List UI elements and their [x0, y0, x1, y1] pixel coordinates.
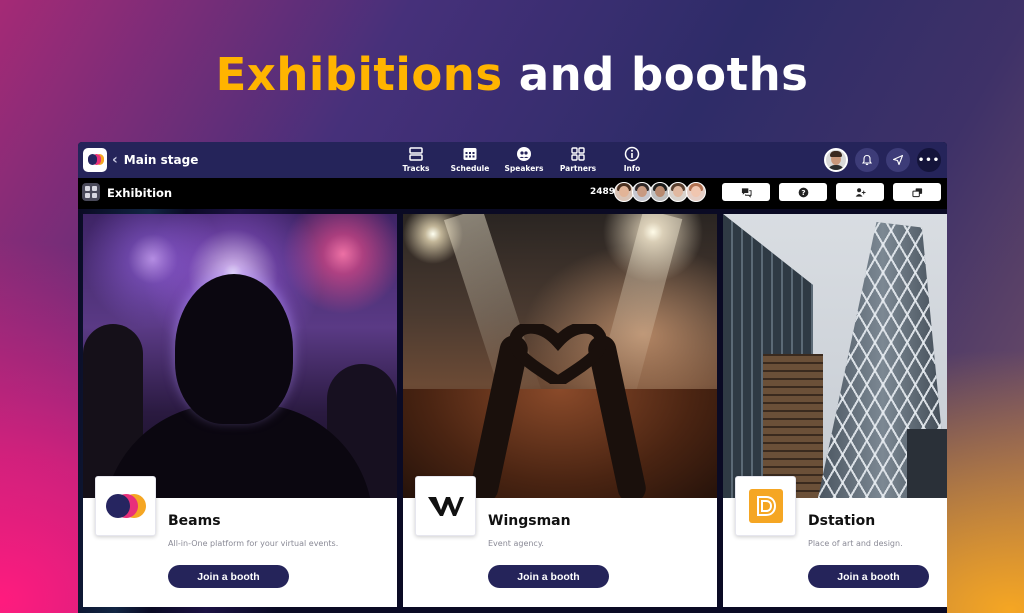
- more-button[interactable]: •••: [917, 148, 941, 172]
- people-button[interactable]: [836, 183, 884, 201]
- booth-logo-wingsman: [415, 476, 476, 536]
- exhibition-title: Exhibition: [107, 186, 173, 200]
- back-label: Main stage: [123, 153, 199, 167]
- join-booth-button[interactable]: Join a booth: [808, 565, 929, 588]
- nav-speakers[interactable]: Speakers: [502, 146, 546, 173]
- chevron-left-icon: ‹: [112, 152, 118, 168]
- messages-button[interactable]: [886, 148, 910, 172]
- speakers-icon: [517, 147, 531, 161]
- nav-tracks[interactable]: Tracks: [394, 146, 438, 173]
- booth-photo-concert: [403, 214, 717, 498]
- booth-card-dstation[interactable]: Dstation Place of art and design. Join a…: [723, 214, 947, 607]
- user-avatar[interactable]: [824, 148, 848, 172]
- nav-info-label: Info: [623, 164, 641, 173]
- join-booth-button[interactable]: Join a booth: [488, 565, 609, 588]
- nav-schedule[interactable]: Schedule: [448, 146, 492, 173]
- booth-logo-dstation: [735, 476, 796, 536]
- people-icon: [855, 187, 866, 197]
- chat-icon: [741, 187, 752, 198]
- notifications-button[interactable]: [855, 148, 879, 172]
- booth-photo-towers: [723, 214, 947, 498]
- more-icon: •••: [917, 154, 941, 166]
- nav-partners[interactable]: Partners: [556, 146, 600, 173]
- windows-icon: [911, 187, 922, 197]
- booth-photo-fireworks: [83, 214, 397, 498]
- booth-grid: Beams All-in-One platform for your virtu…: [78, 209, 947, 613]
- info-icon: [624, 146, 640, 162]
- windows-button[interactable]: [893, 183, 941, 201]
- avatar: [614, 182, 634, 202]
- app-logo[interactable]: [83, 148, 107, 172]
- join-booth-button[interactable]: Join a booth: [168, 565, 289, 588]
- chat-button[interactable]: [722, 183, 770, 201]
- wingsman-logo-icon: [427, 497, 464, 516]
- calendar-icon: [463, 148, 477, 160]
- booth-logo-beams: [95, 476, 156, 536]
- nav-schedule-label: Schedule: [450, 164, 490, 173]
- nav-partners-label: Partners: [559, 164, 597, 173]
- avatar: [650, 182, 670, 202]
- svg-text:?: ?: [801, 187, 805, 196]
- exhibition-grid-icon: [82, 183, 100, 201]
- help-button[interactable]: ?: [779, 183, 827, 201]
- booth-description: Place of art and design.: [808, 539, 903, 548]
- dstation-logo-icon: [748, 489, 783, 523]
- booth-description: Event agency.: [488, 539, 544, 548]
- exhibition-bar: Exhibition 2489 ?: [78, 178, 947, 209]
- nav-speakers-label: Speakers: [504, 164, 544, 173]
- booth-description: All-in-One platform for your virtual eve…: [168, 539, 339, 548]
- booth-card-wingsman[interactable]: Wingsman Event agency. Join a booth: [403, 214, 717, 607]
- tracks-icon: [409, 147, 423, 161]
- avatar: [632, 182, 652, 202]
- beams-logo-icon: [105, 494, 146, 518]
- nav-info[interactable]: Info: [610, 146, 654, 173]
- avatar: [668, 182, 688, 202]
- nav-tracks-label: Tracks: [402, 164, 430, 173]
- booth-name: Wingsman: [488, 513, 571, 529]
- attendee-count: 2489: [590, 187, 616, 197]
- app-window: ‹ Main stage Tracks Schedule Speakers Pa…: [78, 142, 947, 613]
- exhibition-actions: ?: [722, 183, 941, 201]
- avatar: [686, 182, 706, 202]
- headline-accent: Exhibitions: [215, 48, 503, 101]
- headline: Exhibitions and booths: [0, 48, 1024, 101]
- booth-name: Dstation: [808, 513, 876, 529]
- back-to-main-stage[interactable]: ‹ Main stage: [112, 152, 198, 168]
- headline-rest: and booths: [502, 48, 809, 101]
- top-right-actions: •••: [824, 148, 941, 172]
- grid-icon: [571, 147, 585, 161]
- bell-icon: [861, 154, 873, 166]
- help-icon: ?: [798, 187, 808, 197]
- send-icon: [892, 154, 904, 166]
- booth-card-beams[interactable]: Beams All-in-One platform for your virtu…: [83, 214, 397, 607]
- top-bar: ‹ Main stage Tracks Schedule Speakers Pa…: [78, 142, 947, 178]
- attendee-avatars[interactable]: [614, 182, 706, 202]
- main-nav: Tracks Schedule Speakers Partners Info: [394, 146, 654, 173]
- booth-name: Beams: [168, 513, 221, 529]
